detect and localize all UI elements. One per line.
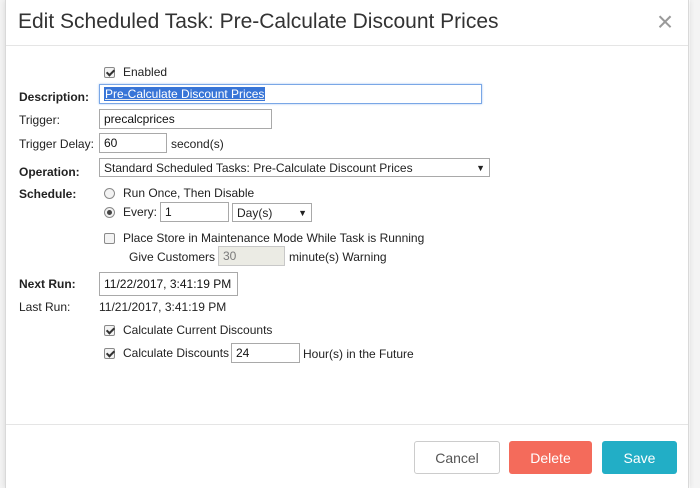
- every-unit-select[interactable]: Day(s) ▼: [232, 203, 312, 222]
- modal-header: Edit Scheduled Task: Pre-Calculate Disco…: [6, 0, 688, 46]
- warning-minutes-input[interactable]: 30: [218, 246, 285, 266]
- modal-title: Edit Scheduled Task: Pre-Calculate Disco…: [18, 10, 499, 33]
- enabled-label: Enabled: [123, 65, 168, 79]
- every-label: Every:: [123, 205, 158, 219]
- give-customers-label: Give Customers: [129, 250, 216, 264]
- next-run-input[interactable]: 11/22/2017, 3:41:19 PM: [99, 272, 238, 296]
- maintenance-label: Place Store in Maintenance Mode While Ta…: [123, 231, 425, 245]
- last-run-value: 11/21/2017, 3:41:19 PM: [99, 300, 227, 314]
- description-label: Description:: [19, 90, 90, 104]
- schedule-label: Schedule:: [19, 187, 77, 201]
- trigger-delay-label: Trigger Delay:: [19, 137, 94, 151]
- description-value: Pre-Calculate Discount Prices: [104, 87, 266, 101]
- trigger-delay-input[interactable]: 60: [99, 133, 167, 153]
- calc-current-row: Calculate Current Discounts: [104, 319, 272, 341]
- calc-future-unit: Hour(s) in the Future: [303, 347, 414, 361]
- trigger-label: Trigger:: [19, 113, 60, 127]
- description-input[interactable]: Pre-Calculate Discount Prices: [99, 84, 482, 104]
- calc-current-label: Calculate Current Discounts: [123, 323, 273, 337]
- calc-future-row: Calculate Discounts: [104, 342, 229, 364]
- trigger-delay-unit: second(s): [171, 137, 224, 151]
- cancel-button[interactable]: Cancel: [414, 441, 500, 474]
- background-right-strip: [690, 0, 700, 488]
- close-icon[interactable]: ×: [652, 8, 678, 38]
- save-button[interactable]: Save: [602, 441, 677, 474]
- calc-future-hours-input[interactable]: 24: [231, 343, 300, 363]
- every-value-input[interactable]: 1: [160, 202, 229, 222]
- operation-selected: Standard Scheduled Tasks: Pre-Calculate …: [104, 160, 413, 175]
- enabled-checkbox[interactable]: [104, 66, 115, 78]
- every-row: Every:: [104, 201, 157, 223]
- warning-unit-label: minute(s) Warning: [289, 250, 387, 264]
- operation-select[interactable]: Standard Scheduled Tasks: Pre-Calculate …: [99, 158, 490, 177]
- run-once-label: Run Once, Then Disable: [123, 186, 255, 200]
- next-run-label: Next Run:: [19, 277, 76, 291]
- every-unit-selected: Day(s): [237, 205, 273, 220]
- calc-current-checkbox[interactable]: [104, 324, 115, 336]
- edit-task-modal: Edit Scheduled Task: Pre-Calculate Disco…: [5, 0, 689, 488]
- enabled-row: Enabled: [104, 61, 167, 83]
- maintenance-checkbox[interactable]: [104, 232, 115, 244]
- calc-future-checkbox[interactable]: [104, 347, 115, 359]
- operation-label: Operation:: [19, 165, 80, 179]
- delete-button[interactable]: Delete: [509, 441, 592, 474]
- last-run-label: Last Run:: [19, 300, 71, 314]
- footer-divider: [6, 424, 688, 425]
- trigger-input[interactable]: precalcprices: [99, 109, 272, 129]
- run-once-radio[interactable]: [104, 187, 115, 199]
- chevron-down-icon: ▼: [298, 207, 307, 218]
- every-radio[interactable]: [104, 206, 115, 218]
- calc-future-label: Calculate Discounts: [123, 346, 230, 360]
- chevron-down-icon: ▼: [476, 162, 485, 173]
